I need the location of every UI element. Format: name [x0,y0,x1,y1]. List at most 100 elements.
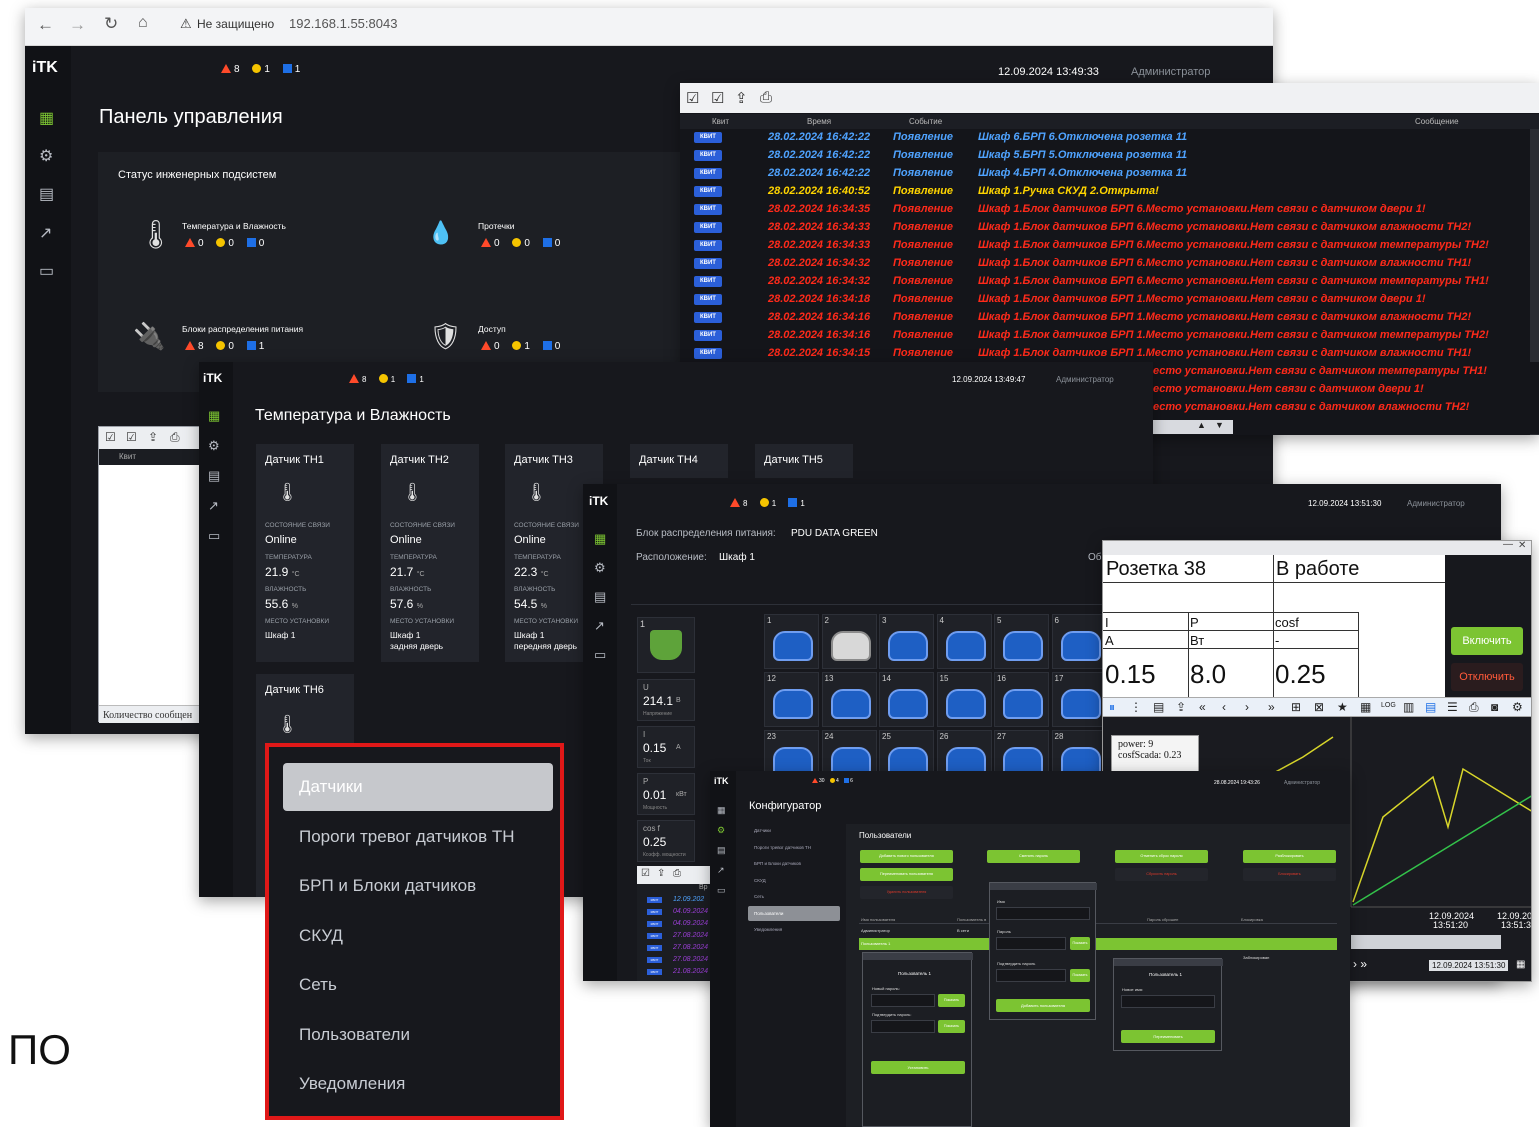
reload-icon[interactable]: ↻ [104,14,118,34]
chart-icon[interactable]: ↗ [717,862,725,878]
col-event[interactable]: Событие [909,117,942,126]
export-icon[interactable]: ⇪ [735,89,748,107]
minimize-icon[interactable]: — [1503,541,1513,550]
zoom-icon[interactable]: ⊞ [1291,700,1301,714]
table-row[interactable]: КВИТ 28.02.2024 16:34:18 Появление Шкаф 1.Б… [680,291,1530,309]
dashboard-icon[interactable]: ▦ [717,802,726,818]
confirm-password-field[interactable] [871,1020,935,1033]
table-row[interactable]: КВИТ 28.02.2024 16:34:35 Появление Шкаф 1.Б… [680,201,1530,219]
user-name[interactable]: Администратор [1056,375,1114,384]
sensor-card[interactable]: Датчик TH4 [630,444,728,478]
ack-badge[interactable]: КВИТ [647,933,662,939]
col-message[interactable]: Сообщение [1415,117,1459,126]
ack-icon[interactable]: ☑ [641,868,650,879]
ack-badge[interactable]: КВИТ [694,312,722,323]
socket-card[interactable]: 13 [821,672,877,727]
subsystem-name[interactable]: Доступ [478,324,506,334]
reset-zoom-icon[interactable]: ⊠ [1314,700,1324,714]
subsystem-name[interactable]: Протечки [478,221,515,231]
sensor-card[interactable]: Датчик TH1 🌡 состояние связи Online температ… [256,444,354,662]
double-right-icon[interactable]: › » [1353,957,1367,971]
ack-badge[interactable]: КВИТ [647,921,662,927]
right-icon[interactable]: › [1245,700,1249,714]
menu-item[interactable]: Пользователи [283,1011,553,1059]
double-left-icon[interactable]: « [1199,700,1206,714]
col-time[interactable]: Вр [699,884,708,891]
calendar-icon[interactable]: ▦ [1516,959,1525,970]
socket-card[interactable]: 14 [879,672,934,727]
config-menu-item[interactable]: БРП и Блоки датчиков [748,856,840,871]
ack-badge[interactable]: КВИТ [694,222,722,233]
set-password-button[interactable]: Установить [871,1061,965,1074]
col-ack[interactable]: Квит [119,452,136,461]
config-menu-item[interactable]: СКУД [748,873,840,888]
table-row[interactable]: КВИТ 28.02.2024 16:34:33 Появление Шкаф 1.Б… [680,237,1530,255]
ack-badge[interactable]: КВИТ [694,276,722,287]
socket-card[interactable]: 15 [936,672,992,727]
table-row[interactable]: Администратор В сети [859,926,1337,935]
col-lock[interactable]: Блокировка [1241,917,1263,922]
list-icon[interactable]: ☰ [1447,700,1458,714]
new-password-field[interactable] [871,994,935,1007]
ack-badge[interactable]: КВИТ [694,186,722,197]
print-icon[interactable]: ⎙ [170,430,180,445]
col-time[interactable]: Время [807,117,831,126]
new-name-field[interactable] [1121,995,1215,1008]
socket-card[interactable]: 16 [994,672,1049,727]
list-item[interactable]: КВИТ 04.09.2024 [637,906,713,918]
layout2-icon[interactable]: ▤ [1425,700,1436,714]
table-icon[interactable]: ▤ [1153,700,1164,714]
ack-badge[interactable]: КВИТ [647,957,662,963]
ack-badge[interactable]: КВИТ [694,132,722,143]
config-action-button[interactable]: Блокировать [1243,868,1336,881]
table-row[interactable]: КВИТ 28.02.2024 16:34:16 Появление Шкаф 1.Б… [680,327,1530,345]
add-user-button[interactable]: Добавить пользователя [996,999,1090,1012]
ack-badge[interactable]: КВИТ [647,969,662,975]
col-username[interactable]: Имя пользователя [861,917,895,922]
config-menu-item[interactable]: Уведомления [748,922,840,937]
config-menu-item[interactable]: Датчики [748,823,840,838]
print-icon[interactable]: ⎙ [760,89,772,106]
list-item[interactable]: КВИТ 27.08.2024 [637,942,713,954]
table-row[interactable]: КВИТ 28.02.2024 16:34:32 Появление Шкаф 1.Б… [680,255,1530,273]
alarm-counters[interactable]: 8 1 1 [730,498,815,508]
export-icon[interactable]: ⇪ [657,868,665,879]
subsystem-name[interactable]: Блоки распределения питания [182,324,303,334]
turn-on-button[interactable]: Включить [1451,627,1523,655]
print-icon[interactable]: ⎙ [673,868,681,879]
col-online[interactable]: Пользователь в [957,917,986,922]
ack-badge[interactable]: КВИТ [694,204,722,215]
password-field[interactable] [996,937,1066,950]
monitor-icon[interactable]: ▭ [717,882,726,898]
monitor-icon[interactable]: ▭ [208,528,220,544]
config-menu-item[interactable]: Пороги тревог датчиков ТН [748,840,840,855]
ack-all-icon[interactable]: ☑ [711,89,724,107]
ack-all-icon[interactable]: ☑ [126,430,137,444]
gear-icon[interactable]: ⚙ [208,438,220,454]
config-menu-item[interactable]: Сеть [748,889,840,904]
gear-icon[interactable]: ⚙ [717,822,725,838]
col-ack[interactable]: Квит [712,117,729,126]
list-item[interactable]: КВИТ 12.09.202 [637,894,713,906]
ack-badge[interactable]: КВИТ [694,348,722,359]
table-row[interactable]: КВИТ 28.02.2024 16:34:32 Появление Шкаф 1.Б… [680,273,1530,291]
back-icon[interactable]: ← [37,15,54,35]
list-item[interactable]: КВИТ 27.08.2024 [637,954,713,966]
socket-card[interactable]: 17 [1051,672,1107,727]
tree-icon[interactable]: ⋮ [1130,700,1142,714]
chevron-down-icon[interactable]: ▼ [1215,420,1224,430]
list-item[interactable]: КВИТ 27.08.2024 [637,930,713,942]
config-action-button[interactable]: Отменить сброс пароля [1115,850,1208,863]
socket-card[interactable]: 4 [936,614,992,669]
report-icon[interactable]: ▤ [208,468,220,484]
table-row[interactable]: КВИТ 28.02.2024 16:42:22 Появление Шкаф 6.Б… [680,129,1530,147]
report-icon[interactable]: ▤ [717,842,726,858]
table-row[interactable]: КВИТ 28.02.2024 16:34:15 Появление Шкаф 1.Б… [680,345,1530,363]
chart-scrollbar[interactable] [1351,935,1501,949]
dashboard-icon[interactable]: ▦ [594,531,606,547]
config-action-button[interactable]: Сбросить пароль [1115,868,1208,881]
chevron-up-icon[interactable]: ▲ [1197,420,1206,430]
left-icon[interactable]: ‹ [1222,700,1226,714]
user-name[interactable]: Администратор [1407,499,1465,508]
user-name[interactable]: Администратор [1284,780,1320,786]
